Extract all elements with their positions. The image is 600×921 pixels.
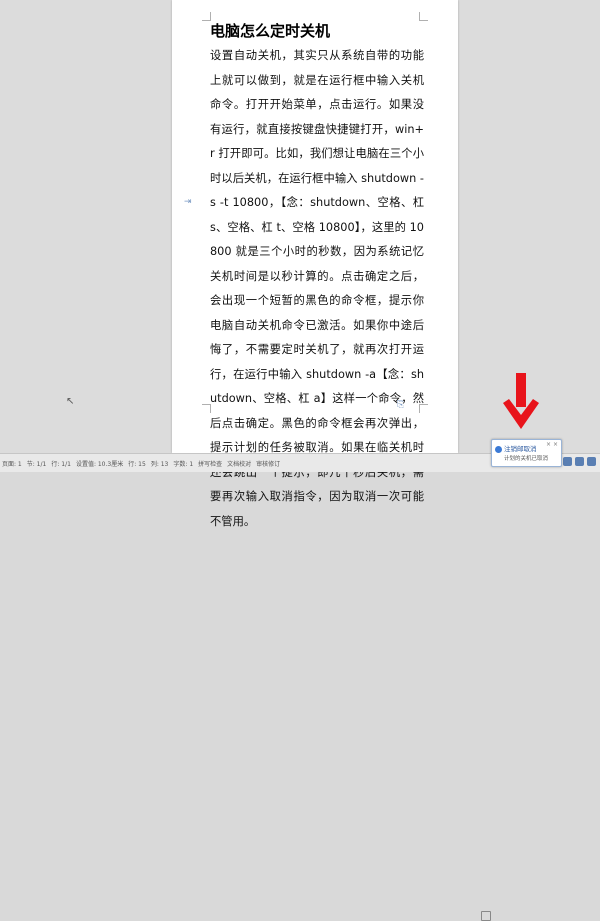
document-title[interactable]: 电脑怎么定时关机 bbox=[210, 20, 330, 41]
view-mode-icon[interactable] bbox=[481, 911, 491, 921]
document-page[interactable]: 电脑怎么定时关机 设置自动关机，其实只从系统自带的功能上就可以做到，就是在运行框… bbox=[172, 0, 458, 528]
tray-icon[interactable] bbox=[575, 457, 584, 466]
status-proofread[interactable]: 文档校对 bbox=[227, 459, 251, 468]
shutdown-cancel-notification[interactable]: 注销邮取消 计划的关机已取消 × × bbox=[491, 439, 562, 467]
status-word-count[interactable]: 字数: 1 bbox=[173, 459, 193, 468]
status-line: 行: 1/1 bbox=[51, 461, 71, 468]
status-column: 列: 13 bbox=[150, 461, 169, 468]
paragraph-mark-icon: ⎘ bbox=[397, 400, 405, 410]
tray-icon[interactable] bbox=[563, 457, 572, 466]
red-arrow-icon bbox=[503, 373, 539, 429]
notification-subtitle: 计划的关机已取消 bbox=[504, 456, 549, 462]
status-spell-check[interactable]: 拼写检查 bbox=[198, 459, 222, 468]
status-items: 页面: 1 节: 1/1 行: 1/1 设置值: 10.3厘米 行: 15 列:… bbox=[2, 459, 280, 468]
notification-title: 注销邮取消 bbox=[504, 445, 537, 453]
paragraph-mark-icon: ⇥ bbox=[184, 197, 192, 207]
mouse-cursor-icon: ↖ bbox=[66, 396, 75, 407]
status-section: 节: 1/1 bbox=[26, 461, 47, 468]
tray-icon[interactable] bbox=[587, 457, 596, 466]
page-corner-mark bbox=[419, 12, 428, 21]
close-icon[interactable]: × × bbox=[546, 441, 558, 448]
status-review[interactable]: 审核修订 bbox=[256, 459, 280, 468]
status-page: 页面: 1 bbox=[2, 461, 22, 468]
info-icon bbox=[495, 446, 502, 453]
status-position: 设置值: 10.3厘米 bbox=[75, 461, 124, 468]
status-row: 行: 15 bbox=[128, 461, 146, 468]
